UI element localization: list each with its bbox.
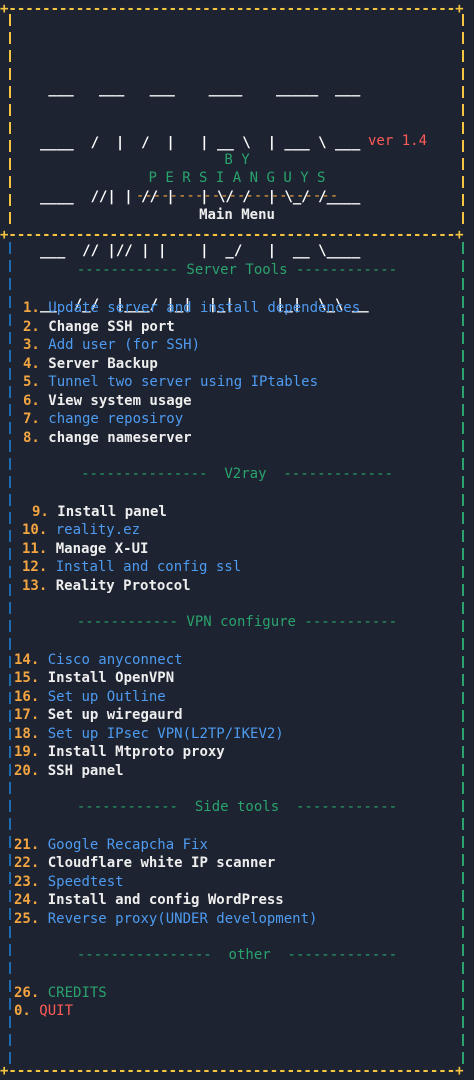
header-divider: ------------------------ xyxy=(135,188,339,204)
menu-item-label: Set up Outline xyxy=(39,688,166,705)
menu-item-label: Reverse proxy(UNDER development) xyxy=(39,910,318,927)
menu-item-label: Install and config ssl xyxy=(47,559,242,575)
menu-item[interactable]: 19. Install Mtproto proxy xyxy=(14,743,225,761)
menu-item-number: 5. xyxy=(23,374,40,390)
menu-item-number: 14. xyxy=(14,651,40,668)
menu-item-label: Change SSH port xyxy=(39,318,175,335)
menu-item-number: 8. xyxy=(23,429,40,446)
menu-item-number: 7. xyxy=(23,411,40,427)
menu-item-number: 21. xyxy=(14,836,40,853)
menu-item-label: Update server and install dependences xyxy=(39,300,361,316)
menu-item-number: 26. xyxy=(14,984,40,1001)
menu-item-label: Tunnel two server using IPtables xyxy=(39,374,319,390)
terminal-window: +---------------------------------------… xyxy=(0,0,474,1080)
menu-item[interactable]: 6. View system usage xyxy=(23,392,192,410)
menu-item-number: 0. xyxy=(14,1003,31,1019)
menu-item[interactable]: 10. reality.ez xyxy=(22,521,140,539)
menu-item[interactable]: 12. Install and config ssl xyxy=(22,558,241,576)
menu-item-label: Install and config WordPress xyxy=(39,892,284,908)
section-title: ------------ VPN configure ----------- xyxy=(76,613,398,630)
section-title: --------------- V2ray ------------- xyxy=(81,465,393,482)
author-label: P E R S I A N G U Y S xyxy=(148,170,326,186)
menu-item[interactable]: 2. Change SSH port xyxy=(23,318,175,336)
menu-item[interactable]: 1. Update server and install dependences xyxy=(23,299,360,317)
menu-item-label: Reality Protocol xyxy=(47,577,191,594)
menu-item[interactable]: 3. Add user (for SSH) xyxy=(23,336,200,354)
by-label: B Y xyxy=(224,152,250,168)
menu-item-number: 20. xyxy=(14,762,40,779)
menu-item-number: 24. xyxy=(14,892,40,908)
menu-item[interactable]: 25. Reverse proxy(UNDER development) xyxy=(14,910,317,928)
menu-item-number: 10. xyxy=(22,522,48,538)
menu-item-label: Add user (for SSH) xyxy=(39,337,201,353)
menu-item-number: 15. xyxy=(14,670,40,686)
menu-item-number: 23. xyxy=(14,873,40,890)
menu-item-label: Install panel xyxy=(48,503,167,520)
menu-item[interactable]: 11. Manage X-UI xyxy=(22,540,148,558)
section-title: ---------------- other ------------- xyxy=(76,946,398,963)
menu-item[interactable]: 20. SSH panel xyxy=(14,762,124,780)
menu-item[interactable]: 8. change nameserver xyxy=(23,429,192,447)
menu-item-label: change reposiroy xyxy=(39,411,184,427)
menu-item-number: 19. xyxy=(14,744,40,760)
menu-item-number: 18. xyxy=(14,725,40,742)
menu-item-label: Install OpenVPN xyxy=(39,670,175,686)
version-label: ver 1.4 xyxy=(368,133,428,149)
section-title: ------------ Server Tools ------------ xyxy=(76,262,398,278)
menu-item[interactable]: 23. Speedtest xyxy=(14,873,124,891)
menu-item-label: SSH panel xyxy=(39,762,124,779)
bottom-border: +---------------------------------------… xyxy=(0,1063,464,1079)
logo-line: ___ // |// | | | _/ | __ \____ xyxy=(40,243,361,259)
menu-item[interactable]: 5. Tunnel two server using IPtables xyxy=(23,373,318,391)
menu-item-number: 12. xyxy=(22,559,48,575)
menu-item-label: View system usage xyxy=(39,392,192,409)
menu-item-number: 2. xyxy=(23,318,40,335)
menu-item-label: Set up wiregaurd xyxy=(39,707,183,723)
menu-item[interactable]: 21. Google Recapcha Fix xyxy=(14,836,208,854)
menu-item-label: Server Backup xyxy=(39,355,158,372)
menu-item-label: Cisco anyconnect xyxy=(39,651,183,668)
section-title: ------------ Side tools ------------ xyxy=(76,798,398,815)
menu-item-number: 25. xyxy=(14,910,40,927)
menu-item[interactable]: 26. CREDITS xyxy=(14,984,107,1002)
menu-item[interactable]: 7. change reposiroy xyxy=(23,410,183,428)
menu-item-number: 17. xyxy=(14,707,40,723)
menu-item-label: change nameserver xyxy=(39,429,192,446)
menu-item[interactable]: 24. Install and config WordPress xyxy=(14,891,284,909)
menu-item[interactable]: 18. Set up IPsec VPN(L2TP/IKEV2) xyxy=(14,725,284,743)
menu-item-number: 16. xyxy=(14,688,40,705)
logo-line: ____ / | / | | __ \ | ___ \ ___ xyxy=(40,135,361,151)
menu-item[interactable]: 13. Reality Protocol xyxy=(22,577,191,595)
menu-item-label: Cloudflare white IP scanner xyxy=(39,855,276,871)
menu-item[interactable]: 17. Set up wiregaurd xyxy=(14,706,183,724)
menu-item-number: 1. xyxy=(23,300,40,316)
menu-item-label: Manage X-UI xyxy=(47,540,149,557)
menu-item[interactable]: 0. QUIT xyxy=(14,1002,73,1020)
menu-item-label: Google Recapcha Fix xyxy=(39,836,208,853)
menu-item-number: 4. xyxy=(23,355,40,372)
logo-line: ___ ___ ___ ____ _____ ___ xyxy=(40,81,361,97)
menu-item-label: QUIT xyxy=(30,1003,74,1019)
menu-item[interactable]: 9. Install panel xyxy=(32,503,167,521)
menu-item-label: CREDITS xyxy=(39,984,107,1001)
menu-item-label: reality.ez xyxy=(47,522,141,538)
header-bottom-border: +---------------------------------------… xyxy=(0,227,464,243)
menu-item[interactable]: 15. Install OpenVPN xyxy=(14,669,174,687)
menu-item-number: 9. xyxy=(32,503,49,520)
menu-item[interactable]: 4. Server Backup xyxy=(23,355,158,373)
menu-item-label: Speedtest xyxy=(39,873,124,890)
menu-item[interactable]: 16. Set up Outline xyxy=(14,688,166,706)
main-menu-title: Main Menu xyxy=(199,207,275,223)
menu-item-label: Set up IPsec VPN(L2TP/IKEV2) xyxy=(39,725,284,742)
menu-item[interactable]: 14. Cisco anyconnect xyxy=(14,651,183,669)
menu-item-number: 3. xyxy=(23,337,40,353)
menu-item-number: 11. xyxy=(22,540,48,557)
menu-item-number: 6. xyxy=(23,392,40,409)
menu-item-label: Install Mtproto proxy xyxy=(39,744,225,760)
menu-item-number: 22. xyxy=(14,855,40,871)
menu-item[interactable]: 22. Cloudflare white IP scanner xyxy=(14,854,275,872)
menu-item-number: 13. xyxy=(22,577,48,594)
